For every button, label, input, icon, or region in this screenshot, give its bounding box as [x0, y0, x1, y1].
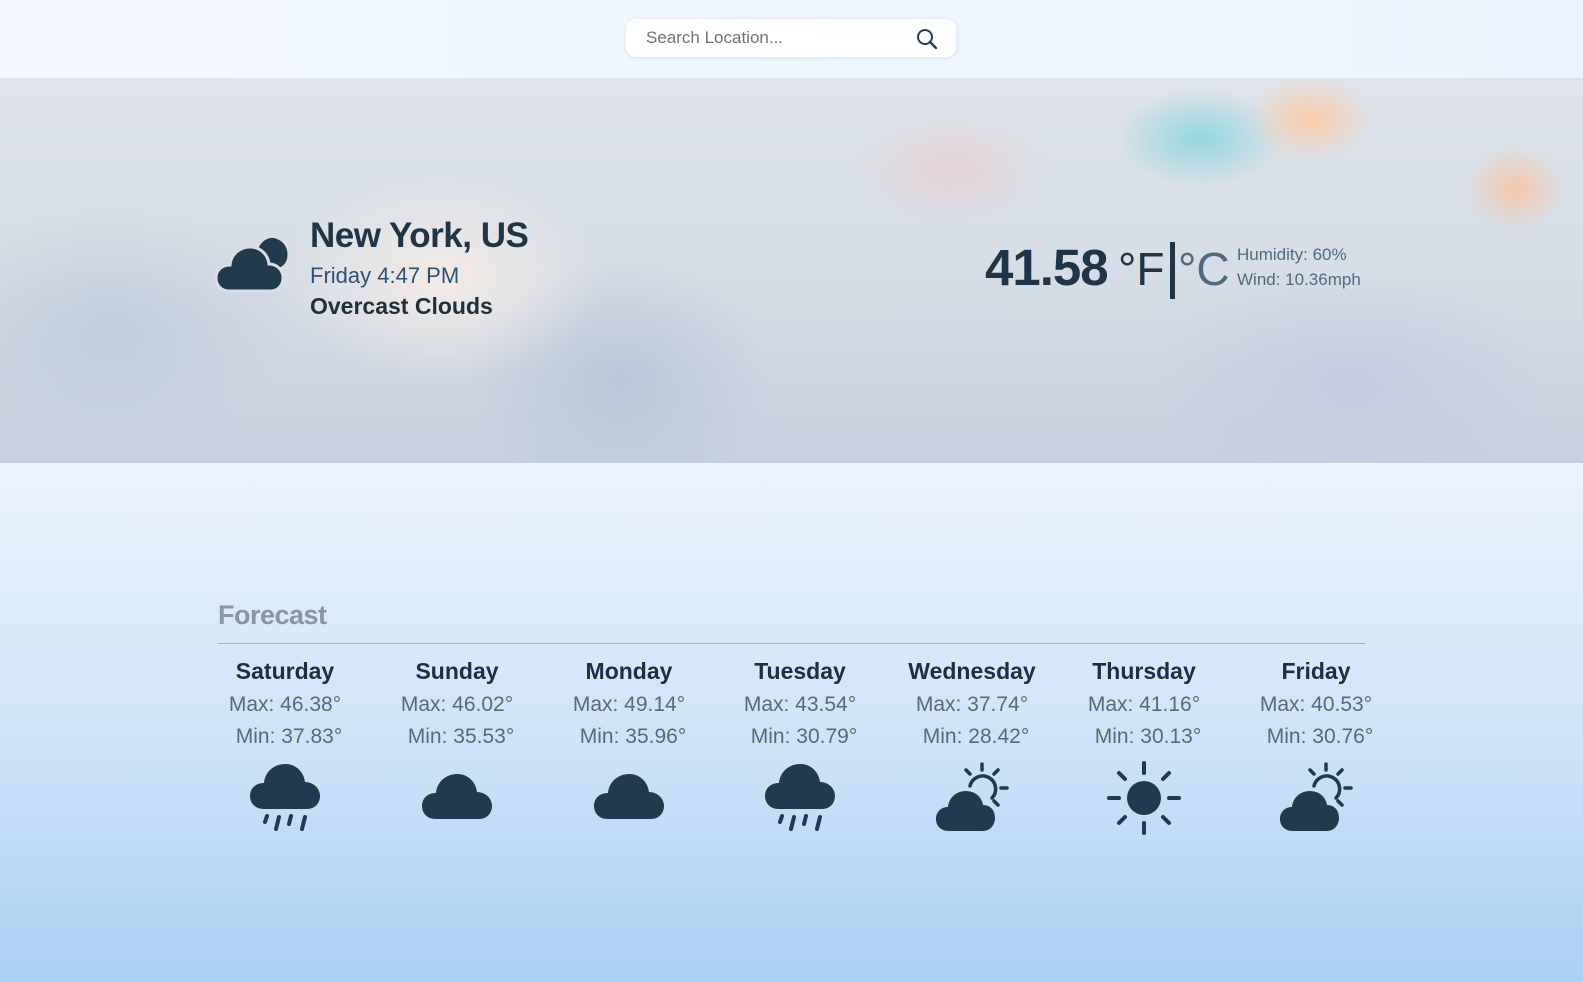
- forecast-min-temp: Min: 30.13°: [1094, 725, 1202, 748]
- humidity-text: Humidity: 60%: [1237, 245, 1347, 264]
- fahrenheit-toggle[interactable]: °F: [1118, 242, 1165, 296]
- forecast-min-temp: Min: 35.53°: [407, 725, 515, 748]
- forecast-day-card: Saturday Max: 46.38° Min: 37.83°: [210, 655, 360, 840]
- unit-divider: [1170, 242, 1175, 299]
- forecast-day-card: Monday Max: 49.14° Min: 35.96°: [554, 655, 704, 840]
- forecast-day-name: Sunday: [415, 658, 499, 684]
- wind-text: Wind: 10.36mph: [1237, 270, 1361, 289]
- rain-icon: [763, 761, 837, 835]
- forecast-day-card: Sunday Max: 46.02° Min: 35.53°: [382, 655, 532, 840]
- weather-description: Overcast Clouds: [310, 293, 493, 319]
- forecast-title: Forecast: [218, 600, 327, 630]
- forecast-day-card: Thursday Max: 41.16° Min: 30.13°: [1069, 655, 1219, 840]
- forecast-max-temp: Max: 49.14°: [572, 693, 686, 716]
- forecast-max-temp: Max: 37.74°: [915, 693, 1029, 716]
- search-icon[interactable]: [916, 28, 938, 50]
- forecast-min-temp: Min: 30.79°: [750, 725, 858, 748]
- forecast-max-temp: Max: 43.54°: [743, 693, 857, 716]
- cloud-icon: [420, 761, 494, 835]
- partly-cloudy-icon: [1279, 761, 1353, 835]
- forecast-list: Saturday Max: 46.38° Min: 37.83° Sunday …: [210, 655, 1382, 840]
- forecast-day-card: Wednesday Max: 37.74° Min: 28.42°: [897, 655, 1047, 840]
- forecast-day-name: Thursday: [1092, 658, 1196, 684]
- forecast-max-temp: Max: 41.16°: [1087, 693, 1201, 716]
- date-time: Friday 4:47 PM: [310, 263, 460, 288]
- forecast-max-temp: Max: 46.02°: [400, 693, 514, 716]
- search-input[interactable]: [646, 19, 896, 57]
- forecast-min-temp: Min: 35.96°: [579, 725, 687, 748]
- search-box: [626, 19, 956, 57]
- cloud-icon: [592, 761, 666, 835]
- forecast-max-temp: Max: 46.38°: [228, 693, 342, 716]
- forecast-divider: [218, 643, 1365, 644]
- forecast-min-temp: Min: 28.42°: [922, 725, 1030, 748]
- partly-cloudy-icon: [935, 761, 1009, 835]
- forecast-min-temp: Min: 37.83°: [235, 725, 343, 748]
- temperature-value: 41.58: [985, 239, 1109, 296]
- top-bar: [0, 0, 1583, 79]
- celsius-toggle[interactable]: °C: [1178, 242, 1230, 296]
- forecast-min-temp: Min: 30.76°: [1266, 725, 1374, 748]
- city-name: New York, US: [310, 216, 529, 255]
- forecast-day-card: Tuesday Max: 43.54° Min: 30.79°: [725, 655, 875, 840]
- forecast-day-name: Wednesday: [908, 658, 1036, 684]
- forecast-day-card: Friday Max: 40.53° Min: 30.76°: [1241, 655, 1391, 840]
- forecast-day-name: Tuesday: [754, 658, 846, 684]
- forecast-day-name: Monday: [585, 658, 673, 684]
- forecast-max-temp: Max: 40.53°: [1259, 693, 1373, 716]
- sun-icon: [1107, 761, 1181, 835]
- forecast-day-name: Friday: [1281, 658, 1351, 684]
- current-weather-hero: New York, US Friday 4:47 PM Overcast Clo…: [0, 78, 1583, 463]
- cloudy-icon: [215, 235, 289, 295]
- forecast-day-name: Saturday: [235, 658, 335, 684]
- rain-icon: [248, 761, 322, 835]
